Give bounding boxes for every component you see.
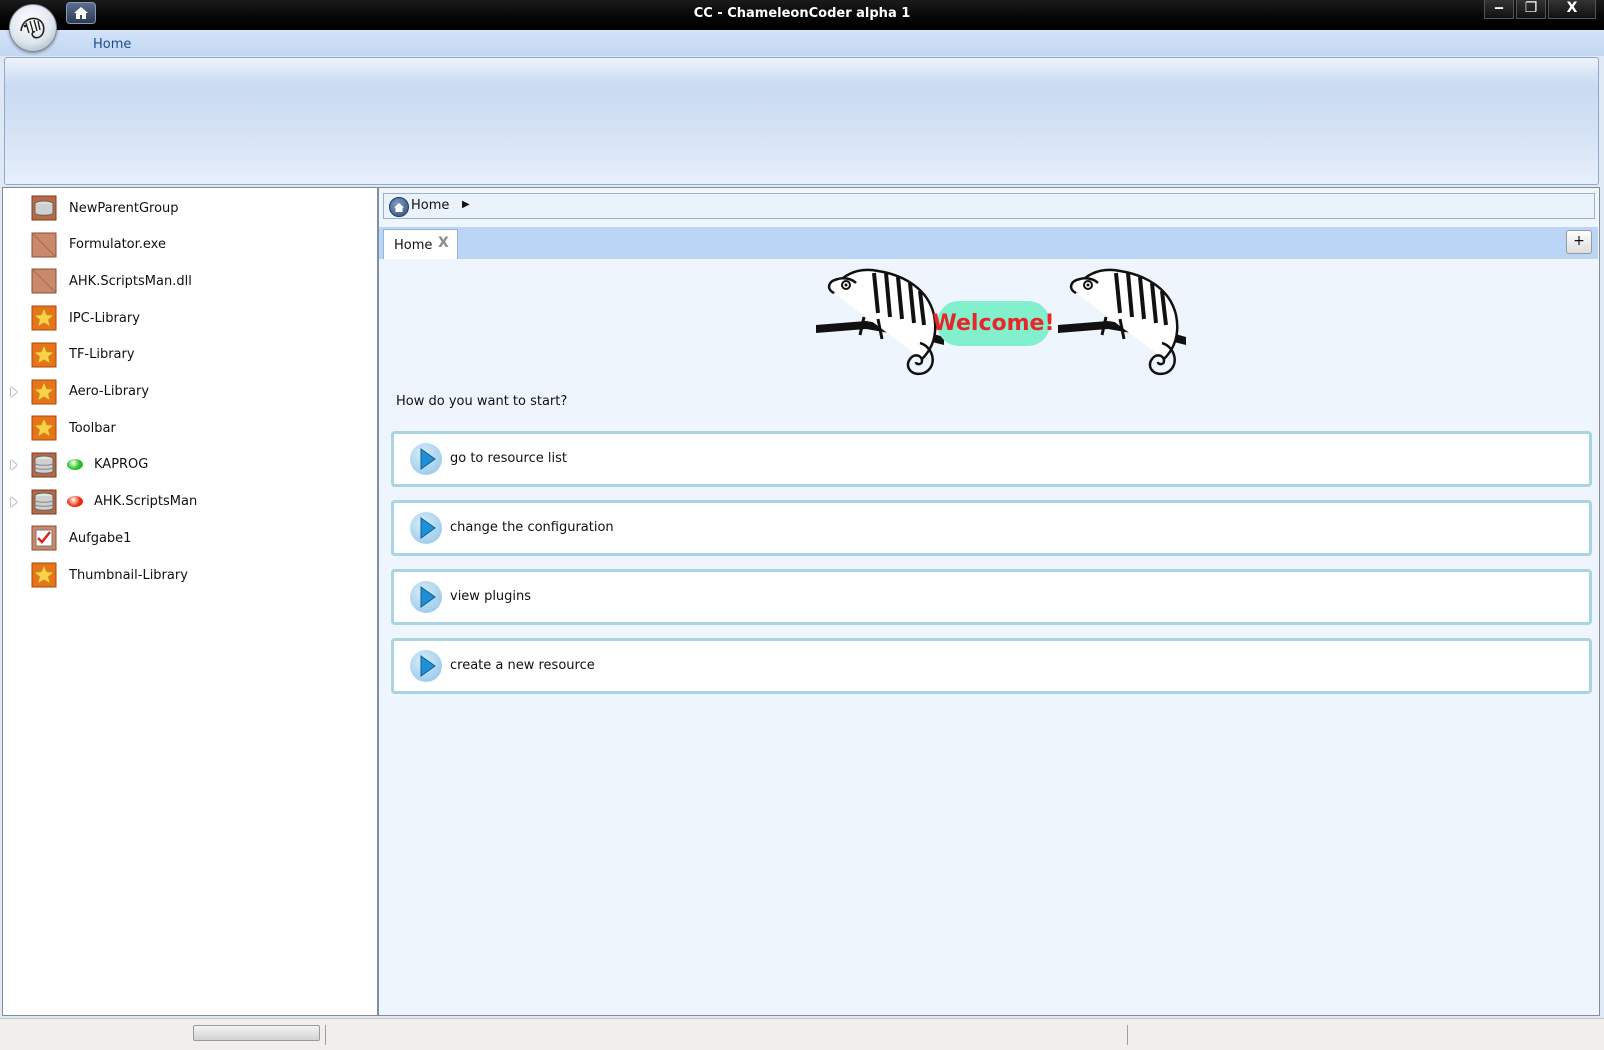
tree-item[interactable]: NewParentGroup [3,190,377,226]
start-question: How do you want to start? [396,394,568,409]
close-button[interactable]: X [1548,0,1596,19]
tree-item[interactable]: Aero-Library [3,374,377,410]
tree-item-label: IPC-Library [69,310,140,326]
ribbon-tab-home[interactable]: Home [93,37,131,52]
database-icon [31,489,57,515]
maximize-button[interactable]: ❐ [1516,0,1546,19]
star-icon [31,562,57,588]
tree-item-label: Aero-Library [69,384,150,399]
breadcrumb-item-home[interactable]: Home [411,198,449,213]
tree-item[interactable]: Toolbar [3,410,377,446]
file-icon [31,268,57,294]
tree-item-label: NewParentGroup [69,200,179,216]
star-icon [31,379,57,405]
file-icon [31,232,57,258]
tree-item-label: KAPROG [94,457,149,473]
resource-tree: NewParentGroup Formulator.exe AHK.ScriptsM… [2,187,378,1016]
expand-arrow-icon[interactable] [11,386,17,397]
status-separator [325,1025,326,1045]
tree-item[interactable]: AHK.ScriptsMan.dll [3,263,377,299]
tab-home[interactable]: Home X [383,229,458,259]
task-icon [31,525,57,551]
expand-arrow-icon[interactable] [11,459,17,470]
star-icon [31,342,57,368]
tab-label: Home [394,238,433,253]
welcome-action-button[interactable]: change the configuration [391,500,1592,556]
tree-item[interactable]: IPC-Library [3,300,377,336]
status-indicator-icon [67,459,83,471]
tree-item-label: AHK.ScriptsMan.dll [69,273,192,289]
welcome-banner: Welcome! [933,301,1055,346]
tree-item-label: TF-Library [69,347,135,363]
tree-item-label: AHK.ScriptsMan [94,494,198,510]
tree-item-label: Toolbar [69,420,116,436]
play-arrow-icon [410,581,442,613]
welcome-action-button[interactable]: view plugins [391,569,1592,625]
progress-bar [193,1025,320,1041]
tab-close-button[interactable]: X [438,235,449,251]
tree-item[interactable]: Aufgabe1 [3,520,377,556]
star-icon [31,415,57,441]
chameleon-left-image [816,268,944,376]
tree-item-label: Formulator.exe [69,237,166,253]
minimize-button[interactable]: ‒ [1484,0,1514,19]
status-indicator-icon [67,496,83,508]
tree-item[interactable]: Thumbnail-Library [3,557,377,593]
welcome-action-button[interactable]: go to resource list [391,431,1592,487]
database-icon [31,452,57,478]
tree-item[interactable]: KAPROG [3,447,377,483]
breadcrumb-home-icon[interactable] [389,197,409,217]
tree-item[interactable]: TF-Library [3,337,377,373]
home-icon [394,202,404,212]
play-arrow-icon [410,512,442,544]
status-separator [1127,1025,1128,1045]
welcome-action-label: create a new resource [450,658,595,673]
welcome-action-button[interactable]: create a new resource [391,638,1592,694]
status-bar [0,1018,1604,1050]
welcome-action-label: view plugins [450,589,532,604]
title-bar: CC - ChameleonCoder alpha 1 ‒ ❐ X [0,0,1604,30]
play-arrow-icon [410,650,442,682]
tree-item[interactable]: AHK.ScriptsMan [3,484,377,520]
add-tab-button[interactable]: + [1566,230,1592,254]
ribbon-panel [4,57,1599,185]
tree-item-label: Aufgabe1 [69,530,132,546]
breadcrumb-arrow-icon[interactable]: ▶ [462,199,470,210]
group-icon [31,195,57,221]
breadcrumb: Home ▶ [383,193,1595,219]
application-menu-button[interactable] [9,4,57,52]
document-tab-strip: Home X + [379,227,1598,259]
star-icon [31,305,57,331]
ribbon-tab-strip: Home [0,30,1604,56]
play-arrow-icon [410,443,442,475]
chameleon-right-image [1058,268,1186,376]
welcome-action-label: change the configuration [450,520,614,535]
window-title: CC - ChameleonCoder alpha 1 [693,6,911,21]
expand-arrow-icon[interactable] [11,496,17,507]
chameleon-logo-icon [20,17,45,39]
tree-item[interactable]: Formulator.exe [3,227,377,263]
welcome-action-label: go to resource list [450,451,567,466]
tree-item-label: Thumbnail-Library [69,567,188,583]
